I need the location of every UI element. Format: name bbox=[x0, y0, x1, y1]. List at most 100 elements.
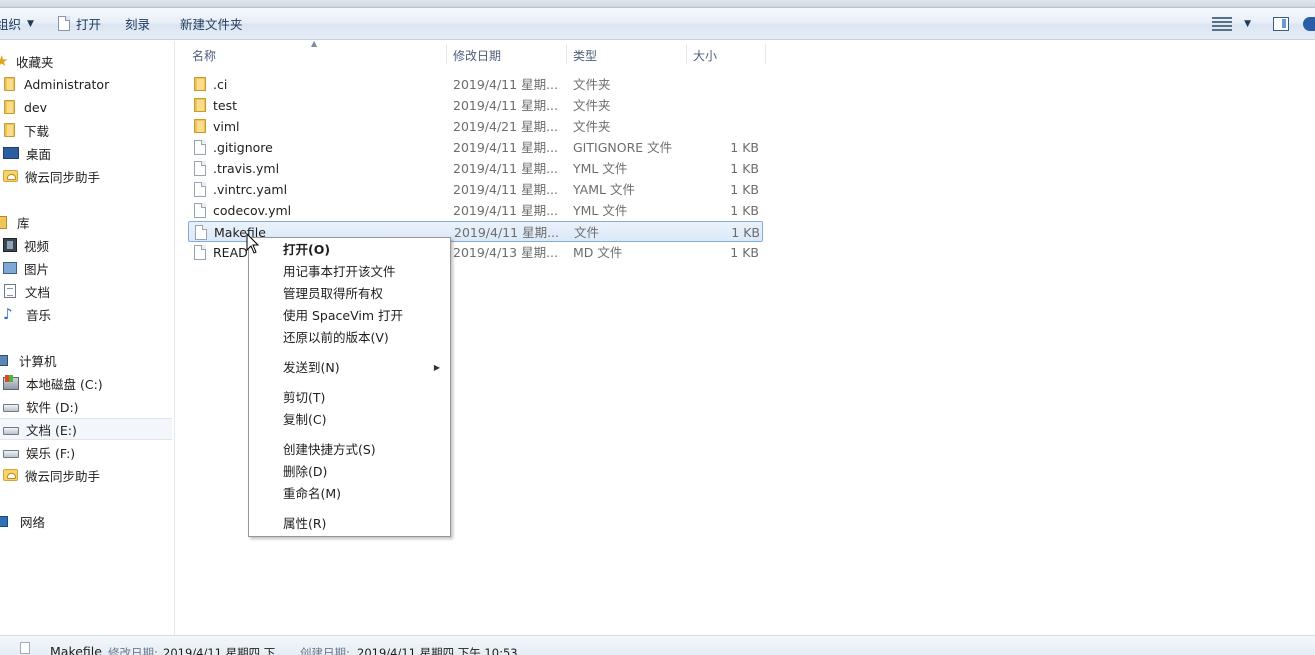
view-options-icon[interactable] bbox=[1212, 17, 1233, 31]
file-icon bbox=[194, 161, 206, 176]
menu-item-rename[interactable]: 重命名(M) bbox=[249, 483, 450, 505]
created-value: 2019/4/11 星期四 下午 10:53 bbox=[357, 646, 518, 655]
menu-item-delete[interactable]: 删除(D) bbox=[249, 461, 450, 483]
nav-item-dev[interactable]: dev bbox=[0, 96, 172, 118]
nav-label: 音乐 bbox=[26, 307, 52, 323]
column-divider[interactable] bbox=[446, 44, 447, 64]
details-pane: Makefile 修改日期: 2019/4/11 星期四 下... 创建日期: … bbox=[0, 635, 1315, 655]
submenu-arrow-icon: ▶ bbox=[433, 363, 440, 372]
column-label: 类型 bbox=[573, 48, 598, 63]
column-header-date[interactable]: 修改日期 bbox=[453, 44, 565, 66]
nav-favorites[interactable]: ★ 收藏夹 bbox=[0, 50, 172, 72]
document-icon bbox=[58, 16, 70, 31]
nav-label: 收藏夹 bbox=[16, 54, 54, 70]
nav-computer[interactable]: 计算机 bbox=[0, 349, 172, 371]
nav-item-administrator[interactable]: Administrator bbox=[0, 73, 172, 95]
column-header-type[interactable]: 类型 bbox=[573, 44, 685, 66]
file-size: 1 KB bbox=[730, 182, 759, 197]
nav-item-drive-d[interactable]: 软件 (D:) bbox=[0, 395, 172, 417]
command-bar: 组织 ▼ 打开 刻录 新建文件夹 ▼ bbox=[0, 8, 1315, 40]
column-header-size[interactable]: 大小 bbox=[693, 44, 765, 66]
network-icon bbox=[0, 515, 8, 527]
file-size: 1 KB bbox=[730, 161, 759, 176]
video-icon bbox=[3, 238, 17, 252]
menu-item-send-to[interactable]: 发送到(N) ▶ bbox=[249, 357, 450, 379]
nav-item-weiyun-drive[interactable]: 微云同步助手 bbox=[0, 464, 172, 486]
file-row-viml[interactable]: viml 2019/4/21 星期... 文件夹 bbox=[188, 116, 763, 137]
file-row-travis[interactable]: .travis.yml 2019/4/11 星期... YML 文件 1 KB bbox=[188, 158, 763, 179]
column-header-name[interactable]: 名称 bbox=[192, 44, 446, 66]
file-row-ci[interactable]: .ci 2019/4/11 星期... 文件夹 bbox=[188, 74, 763, 95]
preview-pane-icon[interactable] bbox=[1273, 17, 1289, 31]
nav-item-music[interactable]: ♪ 音乐 bbox=[0, 303, 172, 325]
file-size bbox=[693, 95, 759, 116]
nav-item-downloads[interactable]: 下载 bbox=[0, 119, 172, 141]
nav-item-documents[interactable]: 文档 bbox=[0, 280, 172, 302]
file-type: 文件 bbox=[574, 225, 600, 240]
nav-label: dev bbox=[24, 99, 48, 115]
file-row-test[interactable]: test 2019/4/11 星期... 文件夹 bbox=[188, 95, 763, 116]
file-date: 2019/4/11 星期... bbox=[453, 98, 558, 113]
menu-item-open-spacevim[interactable]: 使用 SpaceVim 打开 bbox=[249, 305, 450, 327]
new-folder-button[interactable]: 新建文件夹 bbox=[172, 12, 251, 36]
modified-value: 2019/4/11 星期四 下... bbox=[163, 646, 287, 655]
file-size: 1 KB bbox=[730, 140, 759, 155]
menu-item-properties[interactable]: 属性(R) bbox=[249, 513, 450, 535]
cloud-sync-icon bbox=[3, 469, 18, 481]
file-size: 1 KB bbox=[730, 245, 759, 260]
menu-item-cut[interactable]: 剪切(T) bbox=[249, 387, 450, 409]
nav-item-videos[interactable]: 视频 bbox=[0, 234, 172, 256]
view-chevron-down-icon[interactable]: ▼ bbox=[1244, 19, 1251, 29]
drive-icon bbox=[3, 450, 19, 458]
file-date: 2019/4/11 星期... bbox=[453, 182, 558, 197]
nav-item-drive-e[interactable]: 文档 (E:) bbox=[0, 418, 172, 440]
star-icon: ★ bbox=[0, 52, 9, 70]
open-button[interactable]: 打开 bbox=[50, 12, 109, 36]
file-type: 文件夹 bbox=[573, 77, 611, 92]
picture-icon bbox=[3, 262, 17, 274]
column-divider[interactable] bbox=[765, 44, 766, 64]
file-row-codecov[interactable]: codecov.yml 2019/4/11 星期... YML 文件 1 KB bbox=[188, 200, 763, 221]
menu-item-open[interactable]: 打开(O) bbox=[249, 239, 450, 261]
menu-item-restore-previous[interactable]: 还原以前的版本(V) bbox=[249, 327, 450, 349]
help-icon[interactable] bbox=[1303, 17, 1315, 31]
burn-button[interactable]: 刻录 bbox=[117, 12, 158, 36]
file-size bbox=[693, 116, 759, 137]
file-row-vintrc[interactable]: .vintrc.yaml 2019/4/11 星期... YAML 文件 1 K… bbox=[188, 179, 763, 200]
file-date: 2019/4/11 星期... bbox=[453, 140, 558, 155]
file-date: 2019/4/11 星期... bbox=[453, 161, 558, 176]
nav-item-pictures[interactable]: 图片 bbox=[0, 257, 172, 279]
file-icon bbox=[194, 203, 206, 218]
organize-label: 组织 bbox=[0, 17, 22, 32]
nav-item-drive-c[interactable]: 本地磁盘 (C:) bbox=[0, 372, 172, 394]
file-type: 文件夹 bbox=[573, 119, 611, 134]
nav-libraries[interactable]: 库 bbox=[0, 211, 172, 233]
file-date: 2019/4/11 星期... bbox=[453, 203, 558, 218]
organize-button[interactable]: 组织 ▼ bbox=[0, 12, 36, 36]
file-type: 文件夹 bbox=[573, 98, 611, 113]
file-row-gitignore[interactable]: .gitignore 2019/4/11 星期... GITIGNORE 文件 … bbox=[188, 137, 763, 158]
nav-item-desktop[interactable]: 桌面 bbox=[0, 142, 172, 164]
menu-item-copy[interactable]: 复制(C) bbox=[249, 409, 450, 431]
nav-label: 软件 (D:) bbox=[26, 399, 79, 415]
file-icon bbox=[194, 182, 206, 197]
column-divider[interactable] bbox=[686, 44, 687, 64]
menu-item-open-notepad[interactable]: 用记事本打开该文件 bbox=[249, 261, 450, 283]
folder-icon bbox=[4, 100, 15, 114]
nav-network[interactable]: 网络 bbox=[0, 510, 172, 532]
chevron-down-icon: ▼ bbox=[27, 18, 34, 29]
burn-label: 刻录 bbox=[125, 17, 151, 32]
details-file-name: Makefile bbox=[50, 644, 102, 655]
context-menu: 打开(O) 用记事本打开该文件 管理员取得所有权 使用 SpaceVim 打开 … bbox=[248, 237, 451, 537]
library-icon bbox=[0, 215, 7, 229]
nav-label: 图片 bbox=[24, 261, 50, 277]
cloud-sync-icon bbox=[3, 170, 18, 182]
folder-icon bbox=[194, 98, 206, 112]
menu-item-create-shortcut[interactable]: 创建快捷方式(S) bbox=[249, 439, 450, 461]
nav-item-drive-f[interactable]: 娱乐 (F:) bbox=[0, 441, 172, 463]
open-label: 打开 bbox=[76, 17, 102, 32]
menu-item-take-ownership[interactable]: 管理员取得所有权 bbox=[249, 283, 450, 305]
system-drive-icon bbox=[3, 374, 19, 390]
nav-item-weiyun[interactable]: 微云同步助手 bbox=[0, 165, 172, 187]
column-divider[interactable] bbox=[566, 44, 567, 64]
